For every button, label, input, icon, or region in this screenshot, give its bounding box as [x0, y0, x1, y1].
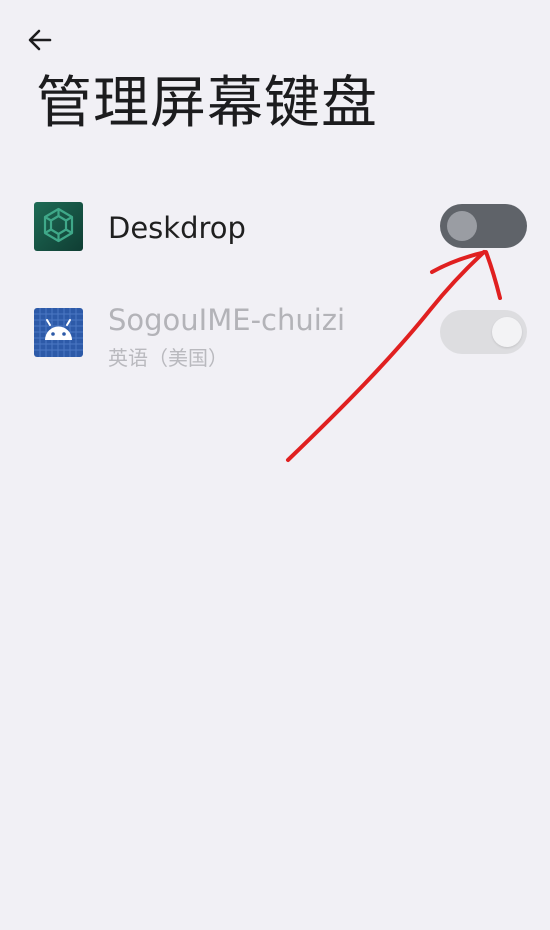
- arrow-left-icon: [28, 29, 52, 51]
- page-title: 管理屏幕键盘: [36, 71, 378, 136]
- back-button[interactable]: [20, 20, 60, 60]
- keyboard-toggle-sogou[interactable]: [440, 310, 527, 354]
- keyboard-row-sogou: SogouIME-chuizi 英语（美国）: [0, 303, 550, 388]
- keyboard-row-deskdrop: Deskdrop: [0, 202, 550, 282]
- toggle-knob: [492, 317, 522, 347]
- keyboard-name: Deskdrop: [108, 211, 246, 245]
- keyboard-language: 英语（美国）: [108, 346, 228, 370]
- keyboard-toggle-deskdrop[interactable]: [440, 204, 527, 248]
- deskdrop-app-icon: [34, 202, 83, 251]
- android-robot-icon: [34, 308, 83, 357]
- annotation-arrow: [286, 250, 502, 462]
- toggle-knob: [447, 211, 477, 241]
- keyboard-name: SogouIME-chuizi: [108, 303, 346, 337]
